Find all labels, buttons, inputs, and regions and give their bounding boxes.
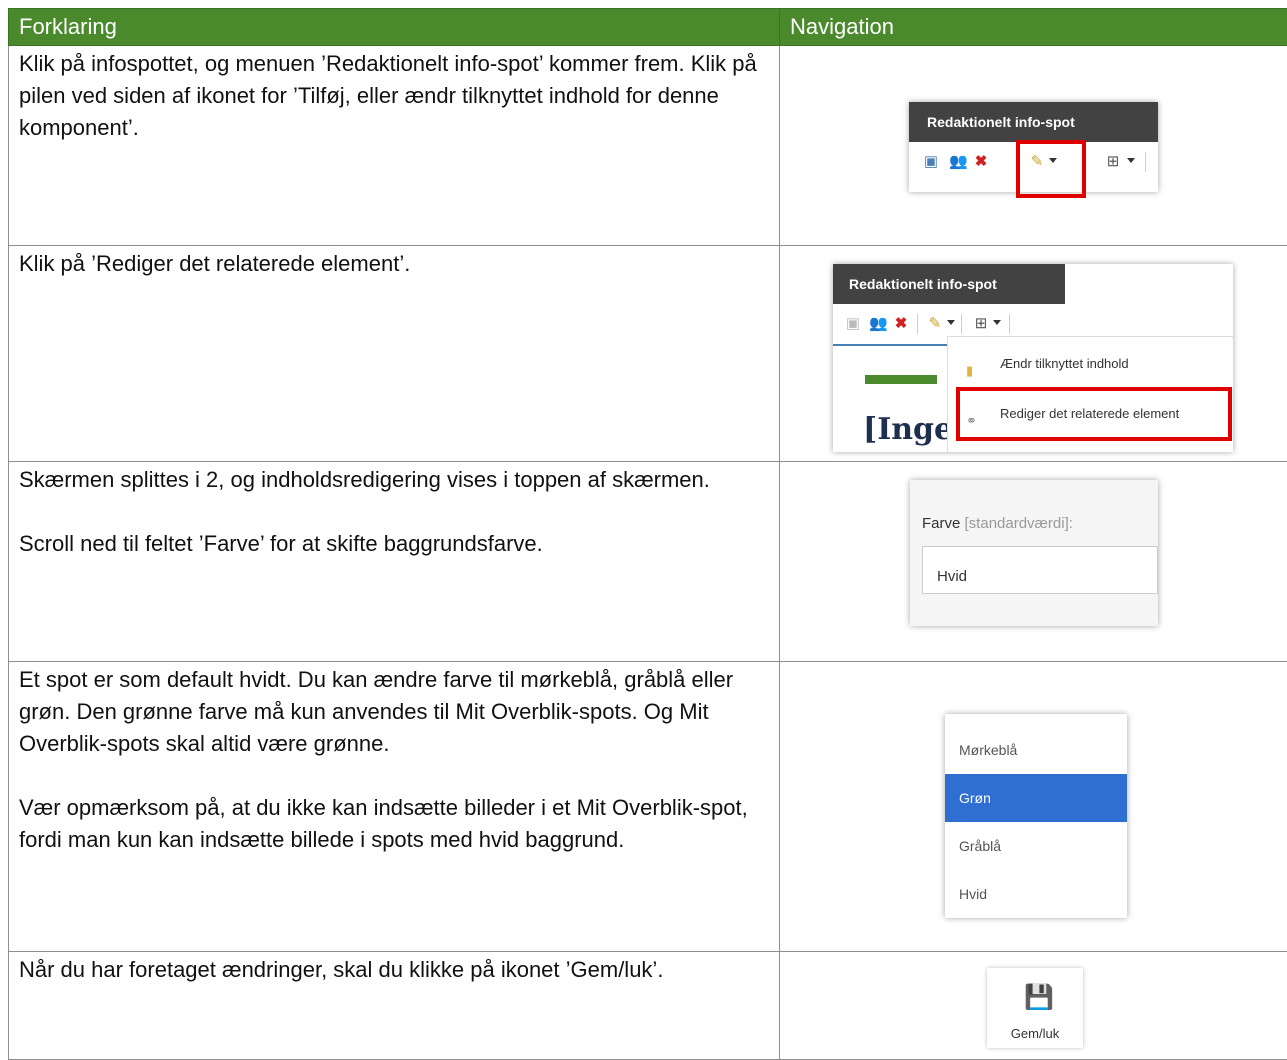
dropdown-option[interactable]: Gråblå — [945, 822, 1127, 870]
explanation-text: Skærmen splittes i 2, og indholdsrediger… — [19, 464, 769, 496]
navigation-cell: Mørkeblå Grøn Gråblå Hvid — [780, 662, 1287, 952]
navigation-cell: Farve [standardværdi]: Hvid — [780, 462, 1287, 662]
infospot-toolbar-screenshot: Redaktionelt info-spot ▣ 👥 ✖ ✎ ⊞ — [909, 102, 1158, 192]
delete-icon[interactable]: ✖ — [893, 316, 909, 332]
highlight-box — [1016, 140, 1086, 198]
header-explanation: Forklaring — [9, 9, 780, 46]
explanation-text: Klik på ’Rediger det relaterede element’… — [19, 248, 769, 280]
color-field-screenshot: Farve [standardværdi]: Hvid — [910, 480, 1158, 626]
infospot-title: Redaktionelt info-spot — [833, 264, 1065, 304]
explanation-cell: Et spot er som default hvidt. Du kan ænd… — [9, 662, 780, 952]
field-label-name: Farve — [922, 515, 960, 532]
document: Forklaring Navigation Klik på infospotte… — [8, 8, 1287, 1060]
table-row: Skærmen splittes i 2, og indholdsrediger… — [9, 462, 1287, 662]
explanation-cell: Når du har foretaget ændringer, skal du … — [9, 952, 780, 1060]
navigation-cell: Redaktionelt info-spot ▣ 👥 ✖ ✎ ⊞ [Inge ▮ — [780, 246, 1287, 462]
infospot-title: Redaktionelt info-spot — [909, 102, 1158, 142]
color-dropdown-screenshot: Mørkeblå Grøn Gråblå Hvid — [945, 714, 1127, 918]
explanation-cell: Klik på infospottet, og menuen ’Redaktio… — [9, 46, 780, 246]
table-row: Klik på infospottet, og menuen ’Redaktio… — [9, 46, 1287, 246]
users-icon[interactable]: 👥 — [949, 154, 965, 170]
save-icon: 💾 — [1024, 982, 1054, 1014]
explanation-text: Når du har foretaget ændringer, skal du … — [19, 954, 769, 986]
related-element-menu-screenshot: Redaktionelt info-spot ▣ 👥 ✖ ✎ ⊞ [Inge ▮ — [833, 264, 1233, 452]
tree-icon[interactable]: ⊞ — [1105, 154, 1121, 170]
menu-item-change-content[interactable]: Ændr tilknyttet indhold — [1000, 355, 1129, 373]
explanation-text: Et spot er som default hvidt. Du kan ænd… — [19, 664, 769, 760]
color-field-value: Hvid — [937, 561, 967, 593]
navigation-cell: 💾 Gem/luk — [780, 952, 1287, 1060]
field-label: Farve [standardværdi]: — [922, 508, 1073, 540]
table-row: Et spot er som default hvidt. Du kan ænd… — [9, 662, 1287, 952]
dropdown-option-selected[interactable]: Grøn — [945, 774, 1127, 822]
save-close-label: Gem/luk — [987, 1018, 1083, 1050]
edit-associated-content-icon[interactable]: ✎ — [927, 316, 943, 332]
highlight-box — [956, 387, 1232, 441]
toolbar-separator — [917, 314, 918, 334]
field-label-hint: [standardværdi]: — [965, 515, 1073, 532]
chevron-down-icon[interactable] — [993, 320, 1001, 325]
instruction-table: Forklaring Navigation Klik på infospotte… — [8, 8, 1287, 1060]
navigation-cell: Redaktionelt info-spot ▣ 👥 ✖ ✎ ⊞ — [780, 46, 1287, 246]
chevron-down-icon[interactable] — [947, 320, 955, 325]
table-row: Når du har foretaget ændringer, skal du … — [9, 952, 1287, 1060]
explanation-text: Scroll ned til feltet ’Farve’ for at ski… — [19, 528, 769, 560]
users-icon[interactable]: 👥 — [869, 316, 885, 332]
partial-heading: [Inge — [863, 414, 953, 446]
chevron-down-icon[interactable] — [1127, 158, 1135, 163]
header-navigation: Navigation — [780, 9, 1287, 46]
color-field-input[interactable]: Hvid — [922, 546, 1158, 594]
explanation-cell: Skærmen splittes i 2, og indholdsrediger… — [9, 462, 780, 662]
tree-icon[interactable]: ⊞ — [973, 316, 989, 332]
folder-icon: ▮ — [966, 355, 973, 387]
explanation-cell: Klik på ’Rediger det relaterede element’… — [9, 246, 780, 462]
save-close-button[interactable]: 💾 Gem/luk — [987, 968, 1083, 1048]
table-header-row: Forklaring Navigation — [9, 9, 1287, 46]
dropdown-option[interactable]: Hvid — [945, 870, 1127, 918]
green-accent-bar — [865, 375, 937, 384]
toolbar-separator — [961, 314, 962, 334]
delete-icon[interactable]: ✖ — [973, 154, 989, 170]
explanation-text: Klik på infospottet, og menuen ’Redaktio… — [19, 48, 769, 144]
dropdown-menu: ▮ Ændr tilknyttet indhold ⚭ Rediger det … — [947, 336, 1233, 452]
toolbar-separator — [1009, 314, 1010, 334]
table-row: Klik på ’Rediger det relaterede element’… — [9, 246, 1287, 462]
properties-icon[interactable]: ▣ — [845, 316, 861, 332]
toolbar-separator — [1145, 152, 1146, 172]
dropdown-option[interactable]: Mørkeblå — [945, 726, 1127, 774]
explanation-text: Vær opmærksom på, at du ikke kan indsætt… — [19, 792, 769, 856]
properties-icon[interactable]: ▣ — [923, 154, 939, 170]
